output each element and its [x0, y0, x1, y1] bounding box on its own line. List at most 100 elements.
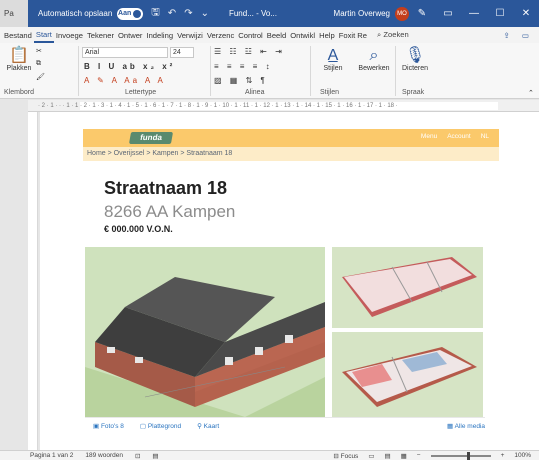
alignment-buttons[interactable]: ≡ ≡ ≡ ≡ ↕ — [214, 62, 273, 71]
nav-account: Account — [447, 133, 471, 140]
funda-logo: funda — [128, 132, 174, 144]
all-media-link[interactable]: ▦ Alle media — [447, 422, 485, 430]
maximize-button[interactable]: ☐ — [487, 8, 513, 19]
floorplan-render-top — [332, 247, 483, 328]
clipboard-icon: 📋 — [9, 47, 29, 64]
print-layout-icon[interactable]: ▤ — [384, 452, 390, 460]
nav-menu: Menu — [420, 133, 438, 140]
clipboard-group-label: Klembord — [4, 89, 34, 96]
tab-start[interactable]: Start — [33, 27, 54, 43]
divider — [395, 46, 396, 96]
tab-bestand[interactable]: Bestand — [2, 31, 34, 40]
dictate-button[interactable]: 🎙 Dicteren — [398, 47, 432, 72]
page-count[interactable]: Pagina 1 van 2 — [30, 452, 73, 459]
minimize-button[interactable]: — — [461, 8, 487, 19]
font-format-buttons[interactable]: B I U ab x₂ x² — [84, 62, 175, 71]
price: € 000.000 V.O.N. — [104, 224, 173, 234]
styles-group-label: Stijlen — [320, 89, 340, 96]
word-count[interactable]: 189 woorden — [85, 452, 123, 459]
tab-tekenen[interactable]: Tekener — [85, 31, 116, 40]
shading-border-buttons[interactable]: ▨ ▦ ⇅ ¶ — [214, 76, 268, 85]
list-buttons[interactable]: ☰ ☷ ☳ ⇤ ⇥ — [214, 47, 285, 56]
customize-quickaccess-icon[interactable]: ⌄ — [201, 8, 209, 19]
user-account[interactable]: Martin Overweg MO ✎ ▭ — ☐ ✕ — [333, 6, 539, 21]
tab-verzenden[interactable]: Verzenc — [205, 31, 236, 40]
zoom-out-icon[interactable]: − — [417, 452, 421, 459]
left-margin-strip — [0, 100, 28, 450]
zoom-level[interactable]: 100% — [514, 452, 531, 459]
horizontal-ruler[interactable]: · 2 · 1 · · · 1 · 1 · 2 · 1 · 3 · 1 · 4 … — [0, 100, 539, 112]
cut-icon[interactable]: ✂ — [36, 47, 42, 55]
tab-invoegen[interactable]: Invoege — [54, 31, 85, 40]
divider — [310, 46, 311, 96]
edit-button[interactable]: ⌕ Bewerken — [356, 47, 392, 72]
floorplan-render-bottom — [332, 332, 483, 417]
format-painter-icon[interactable]: 🖌 — [36, 73, 45, 81]
tab-verwijzingen[interactable]: Verwijzi — [175, 31, 205, 40]
nav-language: NL — [480, 133, 489, 140]
tab-ontwerp[interactable]: Ontwer — [116, 31, 144, 40]
microphone-icon: 🎙 — [404, 47, 426, 64]
floorplan-link[interactable]: ▢ Plattegrond — [140, 422, 181, 430]
divider — [78, 46, 79, 96]
tab-ontwikkelaars[interactable]: Ontwikl — [288, 31, 317, 40]
paragraph-group-label: Alinea — [245, 89, 265, 96]
read-mode-icon[interactable]: ▭ — [368, 452, 374, 460]
zoom-slider[interactable] — [430, 451, 491, 460]
accessibility-icon[interactable]: ▤ — [152, 452, 158, 460]
focus-icon: ⊟ — [333, 452, 341, 460]
ruler-ticks: · 2 · 1 · · · 1 · 1 · 2 · 1 · 3 · 1 · 4 … — [38, 103, 398, 109]
tab-help[interactable]: Help — [317, 31, 337, 40]
document-page[interactable]: funda Menu Account NL Home > Overijssel … — [40, 112, 539, 450]
zoom-in-icon[interactable]: + — [501, 452, 505, 459]
close-button[interactable]: ✕ — [513, 8, 539, 19]
house-render-main — [85, 247, 325, 417]
map-link[interactable]: ⚲ Kaart — [197, 422, 219, 430]
font-name-field[interactable]: Arial — [82, 47, 168, 58]
share-icon[interactable]: ⇪ — [503, 31, 509, 40]
save-icon[interactable]: 🖫 — [151, 5, 160, 22]
document-title[interactable]: Fund... - Vo... — [229, 9, 277, 18]
font-group-label: Lettertype — [125, 89, 157, 96]
voice-group-label: Spraak — [402, 89, 425, 96]
proofing-icon[interactable]: ⊡ — [135, 452, 140, 460]
styles-icon: A̲ — [327, 47, 339, 64]
status-bar: Pagina 1 van 2 189 woorden ⊡ ▤ ⊟ Focus ▭… — [0, 450, 539, 460]
paste-button[interactable]: 📋 Plakken — [4, 47, 34, 72]
user-name: Martin Overweg — [333, 9, 390, 18]
autosave-toggle[interactable]: Aan — [117, 7, 144, 20]
funda-header: funda Menu Account NL — [83, 129, 499, 147]
ribbon: 📋 Plakken ✂ ⧉ 🖌 Klembord Arial 24 B I U … — [0, 43, 539, 99]
comments-icon[interactable]: ▭ — [522, 31, 529, 40]
collapse-ribbon-icon[interactable]: ⌃ — [528, 89, 534, 97]
copy-icon[interactable]: ⧉ — [36, 60, 41, 68]
focus-button[interactable]: ⊟ Focus — [333, 452, 358, 460]
photo-icon: ▣ — [93, 422, 101, 430]
redo-icon[interactable]: ↷ — [184, 8, 192, 19]
title-bar: Pa Automatisch opslaan Aan 🖫 ↶ ↷ ⌄ Fund.… — [0, 0, 539, 27]
divider — [210, 46, 211, 96]
house-render-svg — [85, 277, 325, 417]
grid-icon: ▦ — [447, 422, 455, 430]
undo-icon[interactable]: ↶ — [168, 8, 176, 19]
web-layout-icon[interactable]: ▦ — [401, 452, 407, 460]
tab-indeling[interactable]: Indeling — [144, 31, 175, 40]
tab-controleren[interactable]: Control — [236, 31, 264, 40]
ribbon-display-icon[interactable]: ▭ — [435, 8, 461, 19]
ribbon-tabs: Bestand Start Invoege Tekener Ontwer Ind… — [0, 27, 539, 43]
pen-icon[interactable]: ✎ — [409, 8, 435, 19]
floorplan-icon: ▢ — [139, 422, 148, 430]
funda-nav: Menu Account NL — [421, 133, 489, 140]
search-box[interactable]: ⌕ Zoeken — [377, 30, 409, 40]
photos-link[interactable]: ▣ Foto's 8 — [93, 422, 124, 430]
vertical-ruler[interactable] — [28, 112, 38, 450]
font-color-buttons[interactable]: A ✎ A Aa A A — [84, 76, 166, 85]
breadcrumb: Home > Overijssel > Kampen > Straatnaam … — [87, 150, 233, 157]
media-bar: ▣ Foto's 8 ▢ Plattegrond ⚲ Kaart ▦ Alle … — [85, 417, 485, 433]
tab-beeld[interactable]: Beeld — [265, 31, 288, 40]
street-heading: Straatnaam 18 — [104, 178, 228, 198]
tab-foxit[interactable]: Foxit Re — [337, 31, 369, 40]
styles-button[interactable]: A̲ Stijlen — [318, 47, 348, 72]
font-size-field[interactable]: 24 — [170, 47, 194, 58]
avatar: MO — [395, 6, 409, 21]
